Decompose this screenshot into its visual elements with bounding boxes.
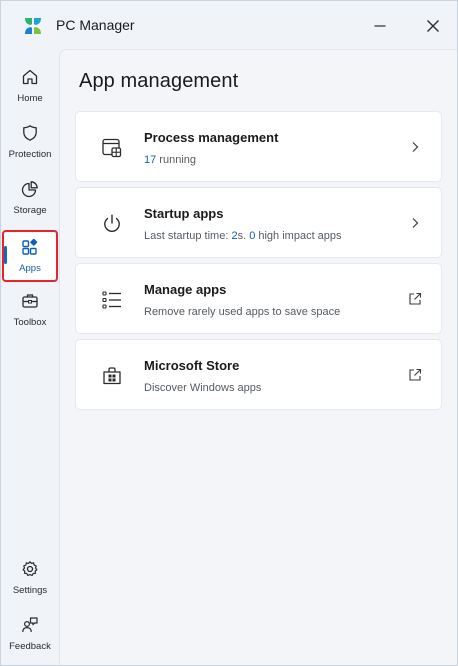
pie-chart-icon <box>20 179 40 199</box>
sidebar-item-label: Settings <box>12 585 48 596</box>
process-management-card[interactable]: Process management 17 running <box>75 111 442 182</box>
card-title: Microsoft Store <box>144 358 240 373</box>
running-count: 17 <box>144 154 157 166</box>
sidebar-item-settings[interactable]: Settings <box>3 553 57 603</box>
sidebar-item-feedback[interactable]: Feedback <box>3 609 57 659</box>
close-button[interactable] <box>416 11 450 41</box>
sidebar-item-protection[interactable]: Protection <box>3 117 57 167</box>
sidebar-item-storage[interactable]: Storage <box>3 173 57 223</box>
sidebar-item-label: Storage <box>13 205 47 216</box>
microsoft-store-card[interactable]: Microsoft Store Discover Windows apps <box>75 339 442 410</box>
app-title: PC Manager <box>56 17 135 33</box>
sidebar-item-label: Toolbox <box>13 317 47 328</box>
manage-apps-card[interactable]: Manage apps Remove rarely used apps to s… <box>75 263 442 334</box>
card-title: Startup apps <box>144 206 224 221</box>
sidebar-item-label: Protection <box>8 149 52 160</box>
sidebar-item-label: Feedback <box>9 641 51 652</box>
toolbox-icon <box>20 291 40 311</box>
card-subtitle: 17 running <box>144 154 196 166</box>
apps-icon <box>20 237 40 257</box>
startup-time-prefix: Last startup time: <box>144 230 232 242</box>
process-icon <box>101 137 123 159</box>
startup-time-unit: s. <box>237 230 250 242</box>
running-label: running <box>156 154 197 166</box>
main-panel: App management Process management 17 run… <box>59 49 457 665</box>
sidebar-item-toolbox[interactable]: Toolbox <box>3 285 57 335</box>
card-subtitle: Remove rarely used apps to save space <box>144 306 341 318</box>
shield-icon <box>20 123 40 143</box>
close-icon <box>427 20 439 32</box>
list-icon <box>101 289 123 311</box>
gear-icon <box>20 559 40 579</box>
minimize-button[interactable] <box>363 11 397 41</box>
sidebar-item-home[interactable]: Home <box>3 61 57 111</box>
card-title: Process management <box>144 130 279 145</box>
card-subtitle: Last startup time: 2s. 0 high impact app… <box>144 230 342 242</box>
store-icon <box>101 365 123 387</box>
home-icon <box>20 67 40 87</box>
startup-apps-card[interactable]: Startup apps Last startup time: 2s. 0 hi… <box>75 187 442 258</box>
sidebar-item-label: Home <box>17 93 43 104</box>
card-subtitle: Discover Windows apps <box>144 382 262 394</box>
title-bar: PC Manager <box>1 1 457 51</box>
chevron-right-icon <box>407 214 423 232</box>
feedback-icon <box>20 615 40 635</box>
app-window: PC Manager Home Protection Storage Apps … <box>0 0 458 666</box>
minimize-icon <box>374 25 386 27</box>
sidebar-item-apps[interactable]: Apps <box>2 230 58 282</box>
high-impact-suffix: high impact apps <box>255 230 342 242</box>
page-title: App management <box>79 70 239 92</box>
external-link-icon <box>407 290 423 308</box>
sidebar-item-label: Apps <box>19 263 41 274</box>
external-link-icon <box>407 366 423 384</box>
pc-manager-logo-icon <box>23 16 43 36</box>
sidebar-nav: Home Protection Storage Apps Toolbox Set… <box>1 51 59 665</box>
card-title: Manage apps <box>144 282 227 297</box>
power-icon <box>101 213 123 235</box>
chevron-right-icon <box>407 138 423 156</box>
